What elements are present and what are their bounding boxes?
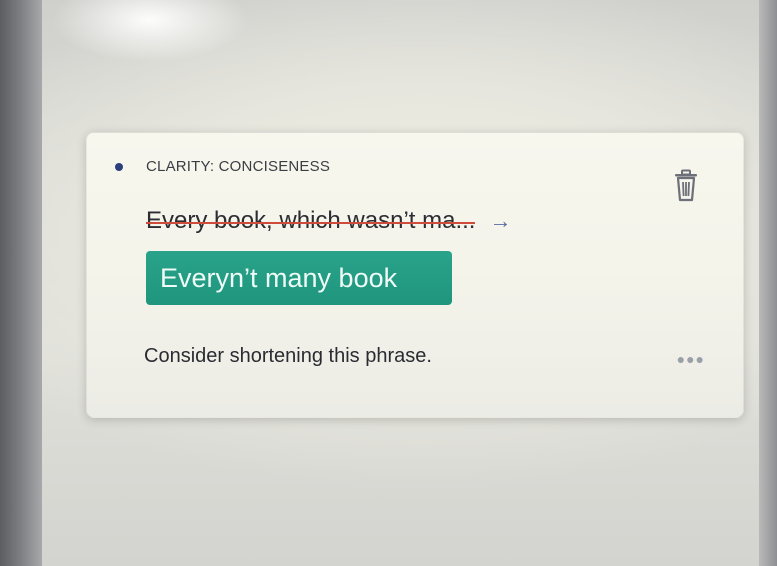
original-phrase-row: Every book, which wasn’t ma... →: [146, 207, 511, 235]
trash-icon[interactable]: [671, 169, 701, 203]
screen-bezel-left: [0, 0, 42, 566]
more-options-icon[interactable]: ●●●: [677, 351, 705, 367]
category-dot: [115, 163, 123, 171]
arrow-right-icon: →: [489, 208, 512, 233]
suggestion-category: CLARITY: CONCISENESS: [146, 158, 331, 175]
replacement-button[interactable]: Everyn’t many book: [146, 251, 452, 305]
original-phrase: Every book, which wasn’t ma...: [146, 207, 476, 234]
suggestion-card[interactable]: CLARITY: CONCISENESS Every book, which w…: [86, 132, 744, 418]
suggestion-message: Consider shortening this phrase.: [144, 345, 432, 367]
screen-bezel-right: [759, 0, 777, 566]
